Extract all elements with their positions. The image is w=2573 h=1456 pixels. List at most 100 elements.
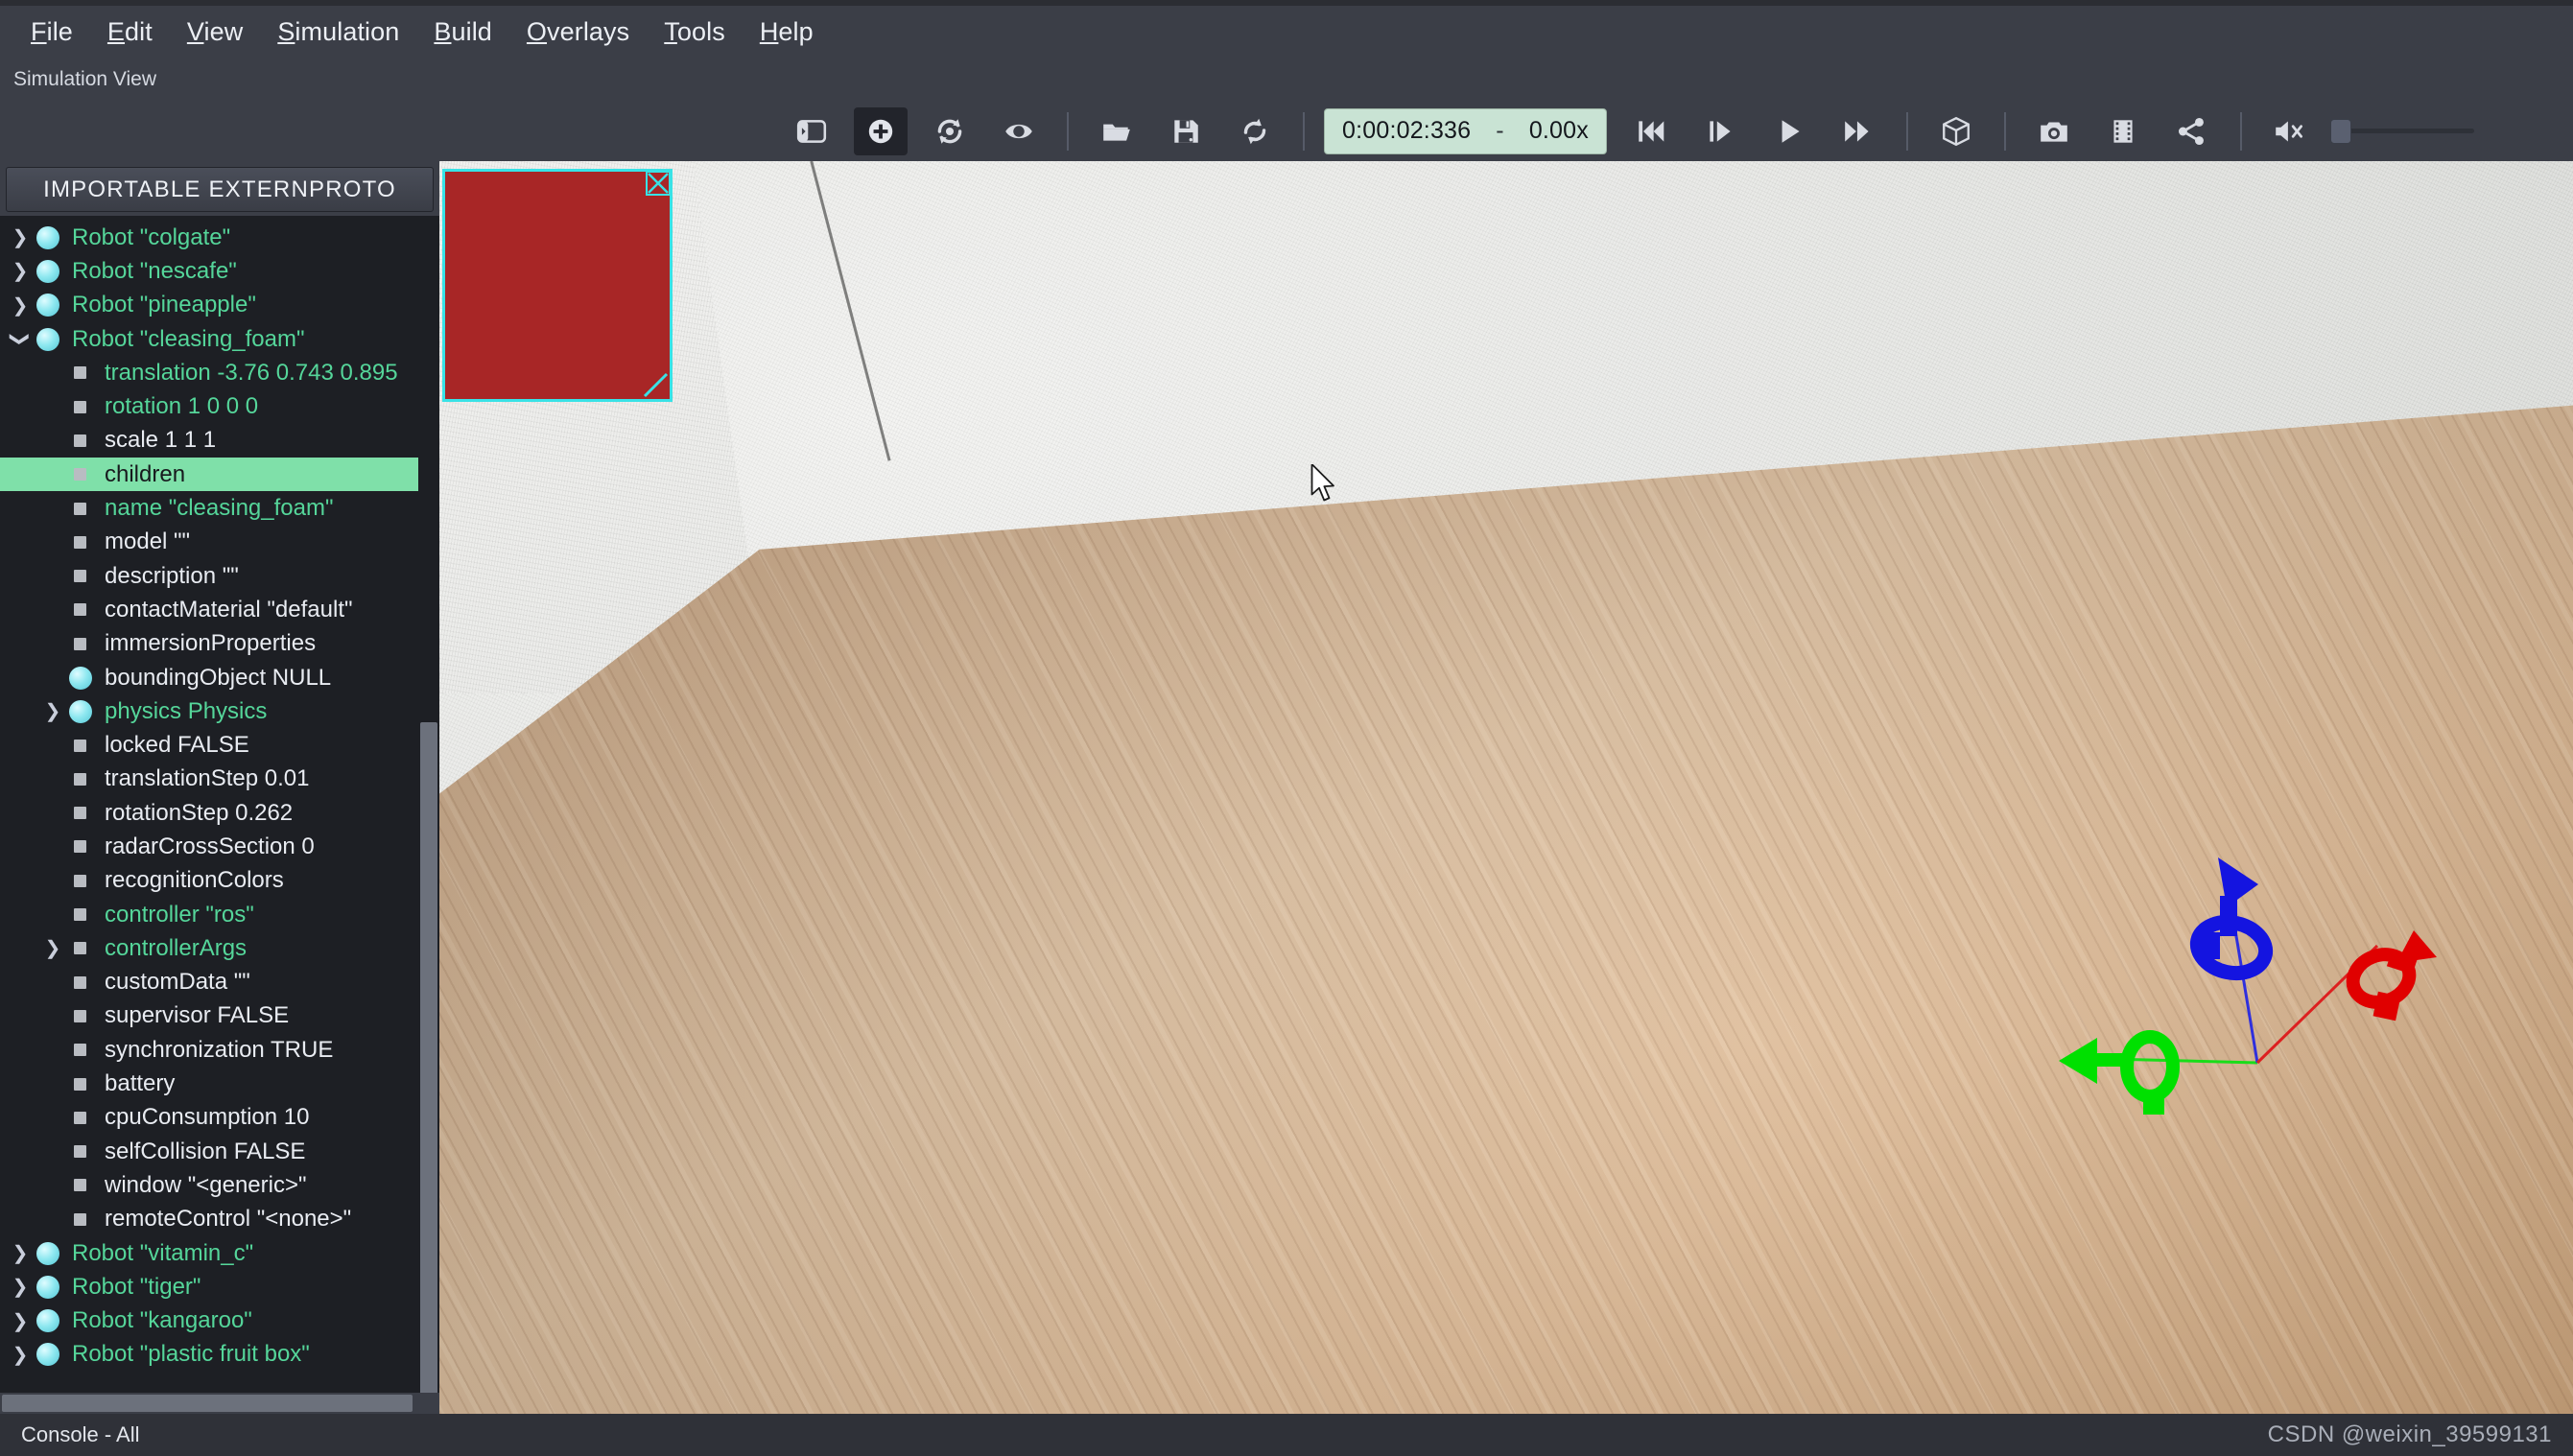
tree-node[interactable]: ❯boundingObject NULL bbox=[0, 661, 418, 694]
volume-slider[interactable] bbox=[2329, 108, 2474, 154]
mute-button[interactable] bbox=[2263, 107, 2317, 155]
menu-item-view[interactable]: View bbox=[170, 13, 260, 51]
tree-node[interactable]: ❯rotation 1 0 0 0 bbox=[0, 389, 418, 423]
tree-node[interactable]: ❯ Robot "cleasing_foam" bbox=[0, 322, 418, 356]
save-world-button[interactable] bbox=[1159, 107, 1213, 155]
chevron-right-icon[interactable]: ❯ bbox=[36, 936, 69, 960]
reload-world-button[interactable] bbox=[1228, 107, 1282, 155]
chevron-right-icon[interactable]: ❯ bbox=[4, 1309, 36, 1333]
toggle-sidebar-button[interactable] bbox=[785, 107, 838, 155]
chevron-right-icon[interactable]: ❯ bbox=[4, 294, 36, 317]
tree-node-label: window "<generic>" bbox=[105, 1171, 307, 1198]
tree-node[interactable]: ❯model "" bbox=[0, 526, 418, 559]
make-movie-button[interactable] bbox=[2096, 107, 2150, 155]
overlay-close-icon[interactable] bbox=[646, 171, 671, 196]
tree-node-label: translationStep 0.01 bbox=[105, 765, 310, 792]
tree-node-label: supervisor FALSE bbox=[105, 1002, 290, 1029]
folder-open-icon bbox=[1103, 124, 1130, 141]
move-plus-icon bbox=[868, 119, 893, 143]
tree-node[interactable]: ❯name "cleasing_foam" bbox=[0, 491, 418, 525]
tree-node[interactable]: ❯scale 1 1 1 bbox=[0, 424, 418, 458]
translate-mode-button[interactable] bbox=[854, 106, 908, 155]
panel-toggle-icon bbox=[796, 119, 827, 143]
chevron-right-icon[interactable]: ❯ bbox=[4, 225, 36, 249]
scene-tree-vscrollbar[interactable] bbox=[418, 216, 439, 1393]
tree-node[interactable]: ❯description "" bbox=[0, 559, 418, 593]
overlay-resize-handle-icon[interactable] bbox=[643, 372, 669, 398]
tree-node[interactable]: ❯ Robot "nescafe" bbox=[0, 254, 418, 288]
tree-node[interactable]: ❯selfCollision FALSE bbox=[0, 1135, 418, 1168]
node-sphere-icon bbox=[36, 294, 59, 317]
importable-externproto-header[interactable]: IMPORTABLE EXTERNPROTO bbox=[6, 167, 434, 212]
menu-item-simulation[interactable]: Simulation bbox=[260, 13, 416, 51]
field-square-icon bbox=[74, 1009, 86, 1022]
tree-node[interactable]: ❯cpuConsumption 10 bbox=[0, 1101, 418, 1135]
step-simulation-button[interactable] bbox=[1693, 107, 1747, 155]
chevron-down-icon[interactable]: ❯ bbox=[9, 323, 33, 356]
tree-node[interactable]: ❯immersionProperties bbox=[0, 627, 418, 661]
simulation-3d-viewport[interactable] bbox=[439, 161, 2573, 1414]
tree-node[interactable]: ❯remoteControl "<none>" bbox=[0, 1203, 418, 1236]
run-fast-button[interactable] bbox=[1831, 107, 1885, 155]
view-point-button[interactable] bbox=[992, 107, 1046, 155]
menu-item-file[interactable]: File bbox=[13, 13, 90, 51]
tree-node[interactable]: ❯synchronization TRUE bbox=[0, 1033, 418, 1067]
run-realtime-button[interactable] bbox=[1762, 107, 1816, 155]
eye-icon bbox=[1005, 124, 1032, 138]
render-3d-button[interactable] bbox=[1929, 107, 1983, 155]
tree-node[interactable]: ❯ Robot "pineapple" bbox=[0, 289, 418, 322]
tree-node[interactable]: ❯supervisor FALSE bbox=[0, 999, 418, 1033]
tree-node[interactable]: ❯ controllerArgs bbox=[0, 931, 418, 965]
console-tab-label[interactable]: Console - All bbox=[21, 1422, 140, 1447]
chevron-right-icon[interactable]: ❯ bbox=[4, 1241, 36, 1265]
tree-node-label: Robot "plastic fruit box" bbox=[72, 1341, 310, 1368]
tree-node[interactable]: ❯battery bbox=[0, 1067, 418, 1100]
tree-node[interactable]: ❯ Robot "tiger" bbox=[0, 1270, 418, 1303]
chevron-right-icon[interactable]: ❯ bbox=[4, 259, 36, 283]
tree-node[interactable]: ❯rotationStep 0.262 bbox=[0, 796, 418, 830]
node-sphere-icon bbox=[36, 1275, 59, 1299]
menu-item-tools[interactable]: Tools bbox=[647, 13, 743, 51]
reset-simulation-button[interactable] bbox=[1624, 107, 1678, 155]
camera-overlay-panel[interactable] bbox=[442, 169, 673, 402]
tree-node[interactable]: ❯controller "ros" bbox=[0, 898, 418, 931]
tree-node[interactable]: ❯translationStep 0.01 bbox=[0, 763, 418, 796]
tree-node[interactable]: ❯customData "" bbox=[0, 966, 418, 999]
field-square-icon bbox=[74, 908, 86, 922]
tree-node[interactable]: ❯children bbox=[0, 458, 418, 492]
take-screenshot-button[interactable] bbox=[2027, 107, 2081, 155]
tree-node[interactable]: ❯translation -3.76 0.743 0.895 bbox=[0, 356, 418, 389]
toolbar-playback-group bbox=[1617, 101, 1893, 161]
tree-node[interactable]: ❯ Robot "plastic fruit box" bbox=[0, 1338, 418, 1372]
menu-item-help[interactable]: Help bbox=[743, 13, 831, 51]
menu-item-build[interactable]: Build bbox=[416, 13, 509, 51]
tree-node[interactable]: ❯locked FALSE bbox=[0, 728, 418, 762]
tree-node-label: controllerArgs bbox=[105, 934, 248, 961]
tree-node[interactable]: ❯window "<generic>" bbox=[0, 1168, 418, 1202]
menu-item-edit[interactable]: Edit bbox=[90, 13, 170, 51]
chevron-right-icon[interactable]: ❯ bbox=[4, 1343, 36, 1367]
tree-node[interactable]: ❯ Robot "vitamin_c" bbox=[0, 1236, 418, 1270]
scene-tree-vscroll-thumb[interactable] bbox=[420, 722, 437, 1393]
toolbar-capture-group bbox=[1922, 101, 2474, 161]
tree-node[interactable]: ❯ physics Physics bbox=[0, 694, 418, 728]
tree-node-label: name "cleasing_foam" bbox=[105, 495, 334, 522]
share-button[interactable] bbox=[2165, 107, 2219, 155]
status-bar: Console - All CSDN @weixin_39599131 bbox=[0, 1414, 2573, 1456]
tree-node[interactable]: ❯ Robot "kangaroo" bbox=[0, 1304, 418, 1338]
reload-circular-icon bbox=[1243, 118, 1266, 144]
scene-tree-hscrollbar[interactable] bbox=[0, 1393, 439, 1414]
open-world-button[interactable] bbox=[1090, 107, 1144, 155]
scene-tree-hscroll-thumb[interactable] bbox=[2, 1395, 413, 1412]
chevron-right-icon[interactable]: ❯ bbox=[36, 699, 69, 723]
tree-node[interactable]: ❯ Robot "colgate" bbox=[0, 221, 418, 254]
tree-node[interactable]: ❯recognitionColors bbox=[0, 864, 418, 898]
tree-node[interactable]: ❯radarCrossSection 0 bbox=[0, 830, 418, 863]
volume-slider-handle[interactable] bbox=[2329, 118, 2351, 144]
rotate-mode-button[interactable] bbox=[923, 107, 977, 155]
chevron-right-icon[interactable]: ❯ bbox=[4, 1275, 36, 1299]
menu-item-overlays[interactable]: Overlays bbox=[509, 13, 647, 51]
tree-node[interactable]: ❯contactMaterial "default" bbox=[0, 593, 418, 626]
simulation-time-field[interactable]: 0:00:02:336 - 0.00x bbox=[1324, 107, 1607, 154]
field-square-icon bbox=[74, 1212, 86, 1226]
